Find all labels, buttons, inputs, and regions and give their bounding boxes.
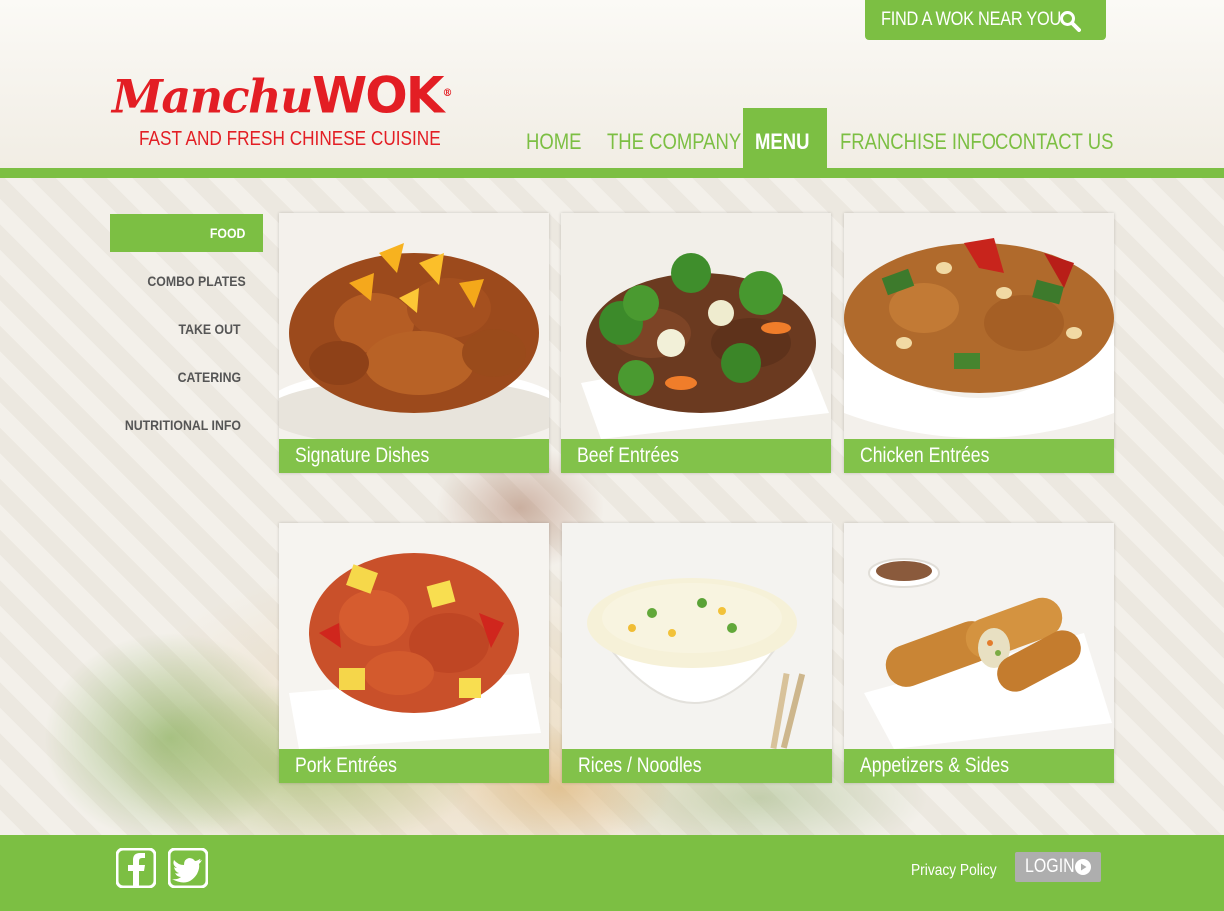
sidebar-item-nutritional-info[interactable]: NUTRITIONAL INFO bbox=[110, 406, 263, 444]
egg-rolls-photo bbox=[844, 523, 1114, 749]
logo-text-main: Manchu bbox=[112, 69, 314, 124]
menu-tile-signature-dishes[interactable]: Signature Dishes bbox=[279, 213, 549, 473]
header-divider bbox=[0, 168, 1224, 178]
sidebar-item-combo-plates[interactable]: COMBO PLATES bbox=[110, 262, 263, 300]
sweet-sour-pork-photo bbox=[279, 523, 549, 749]
logo-registered-mark: ® bbox=[442, 88, 452, 99]
tile-caption: Chicken Entrées bbox=[844, 439, 1114, 473]
play-arrow-icon bbox=[1075, 859, 1091, 875]
menu-tile-beef-entrees[interactable]: Beef Entrées bbox=[561, 213, 831, 473]
tile-caption: Rices / Noodles bbox=[562, 749, 832, 783]
tile-caption: Appetizers & Sides bbox=[844, 749, 1114, 783]
kung-pao-chicken-photo bbox=[844, 213, 1114, 439]
menu-tile-chicken-entrees[interactable]: Chicken Entrées bbox=[844, 213, 1114, 473]
login-button[interactable]: LOGIN bbox=[1015, 852, 1101, 882]
menu-tile-pork-entrees[interactable]: Pork Entrées bbox=[279, 523, 549, 783]
tile-caption: Signature Dishes bbox=[279, 439, 549, 473]
sidebar-item-catering[interactable]: CATERING bbox=[110, 358, 263, 396]
manchuwok-logo[interactable]: ManchuWOK® bbox=[112, 66, 452, 125]
menu-tile-appetizers-sides[interactable]: Appetizers & Sides bbox=[844, 523, 1114, 783]
logo-text-wok: WOK bbox=[312, 66, 444, 125]
beef-broccoli-photo bbox=[561, 213, 831, 439]
login-label: LOGIN bbox=[1025, 856, 1075, 877]
twitter-icon[interactable] bbox=[168, 848, 208, 888]
sidebar-item-food[interactable]: FOOD bbox=[110, 214, 263, 252]
nav-home[interactable]: HOME bbox=[526, 108, 592, 168]
find-wok-button[interactable]: FIND A WOK NEAR YOU bbox=[865, 0, 1106, 40]
sidebar-item-take-out[interactable]: TAKE OUT bbox=[110, 310, 263, 348]
nav-menu[interactable]: MENU bbox=[743, 108, 827, 168]
tile-caption: Beef Entrées bbox=[561, 439, 831, 473]
privacy-policy-link[interactable]: Privacy Policy bbox=[911, 858, 1011, 884]
facebook-icon[interactable] bbox=[116, 848, 156, 888]
tagline: FAST AND FRESH CHINESE CUISINE bbox=[139, 128, 441, 150]
nav-contact-us[interactable]: CONTACT US bbox=[995, 108, 1136, 168]
fried-rice-photo bbox=[562, 523, 832, 749]
find-wok-label: FIND A WOK NEAR YOU bbox=[881, 9, 1062, 30]
menu-tile-rices-noodles[interactable]: Rices / Noodles bbox=[562, 523, 832, 783]
tile-caption: Pork Entrées bbox=[279, 749, 549, 783]
orange-chicken-photo bbox=[279, 213, 549, 439]
search-icon bbox=[1060, 11, 1081, 32]
